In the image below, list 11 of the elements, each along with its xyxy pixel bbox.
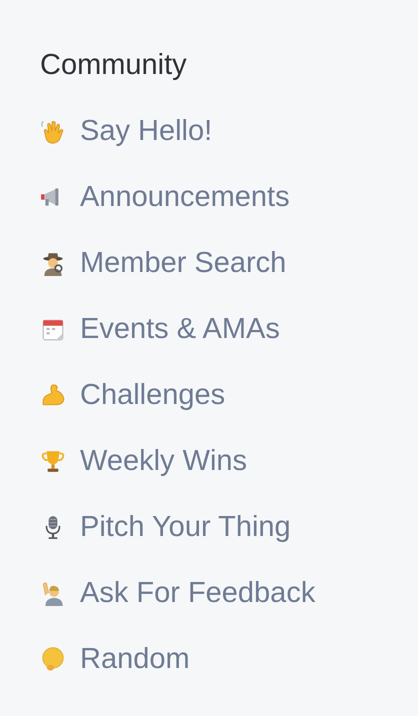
- channel-link[interactable]: Say Hello!: [40, 110, 418, 152]
- channel-link[interactable]: Pitch Your Thing: [40, 506, 418, 548]
- channel-link[interactable]: Random: [40, 638, 418, 680]
- channel-link[interactable]: Member Search: [40, 242, 418, 284]
- channel-link[interactable]: Challenges: [40, 374, 418, 416]
- channel-link[interactable]: Ask For Feedback: [40, 572, 418, 614]
- channel-link[interactable]: Events & AMAs: [40, 308, 418, 350]
- section-title: Community: [40, 48, 188, 83]
- waving-hand-icon: [40, 118, 66, 144]
- channel-link[interactable]: Announcements: [40, 176, 418, 218]
- channel-link[interactable]: Weekly Wins: [40, 440, 418, 482]
